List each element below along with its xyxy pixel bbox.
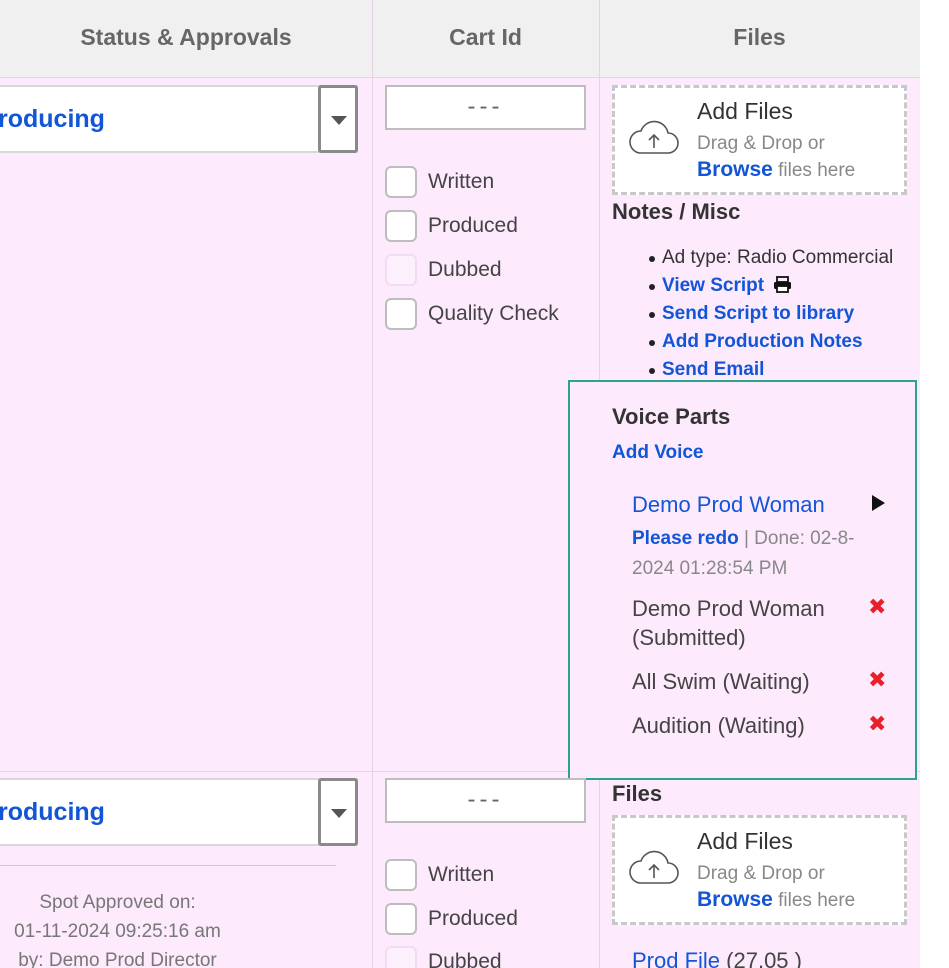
list-item: Add Production Notes [612,328,912,356]
printer-icon[interactable] [773,276,792,293]
chevron-down-icon[interactable] [318,778,358,846]
notes-title: Notes / Misc [612,199,741,224]
prod-file-link[interactable]: Prod File [632,948,720,968]
dropzone-hint-rest: files here [772,160,856,181]
list-item: Send Script to library [612,300,912,328]
status-select[interactable]: roducing [0,85,358,153]
file-dropzone[interactable]: Add Files Drag & Drop or Browse files he… [612,85,907,195]
checkbox-label: Dubbed [428,950,502,968]
checkbox-box[interactable] [385,298,417,330]
checkbox-box[interactable] [385,859,417,891]
send-email-link[interactable]: Send Email [662,359,764,380]
browse-link[interactable]: Browse [697,888,773,911]
checkbox-label: Written [428,170,495,193]
list-item: Ad type: Radio Commercial [612,244,912,272]
approved-by: by: Demo Prod Director [18,950,217,968]
checkbox-box[interactable] [385,166,417,198]
checkbox-box[interactable] [385,254,417,286]
voice-status: Please redo | Done: 02-8-2024 01:28:54 P… [632,524,872,584]
checkbox-label: Produced [428,907,518,930]
voice-item-state: (Submitted) [632,625,746,650]
status-select[interactable]: roducing [0,778,358,846]
dropzone-hint-rest: files here [772,890,856,911]
browse-link[interactable]: Browse [697,158,773,181]
checkbox-label: Produced [428,214,518,237]
header-status-approvals: Status & Approvals [80,24,292,50]
checkbox-label: Quality Check [428,302,559,325]
please-redo-link[interactable]: Please redo [632,528,739,549]
dropzone-title: Add Files [697,98,793,124]
voice-name-link[interactable]: Demo Prod Woman [632,492,825,518]
page: Status & Approvals Cart Id Files roducin… [0,0,949,968]
send-script-link[interactable]: Send Script to library [662,303,854,324]
checkbox-label: Written [428,863,495,886]
right-gutter [920,0,949,968]
checkbox-box[interactable] [385,946,417,968]
file-dropzone[interactable]: Add Files Drag & Drop or Browse files he… [612,815,907,925]
voice-item: Demo Prod Woman (Submitted) [632,594,825,652]
checkbox-box[interactable] [385,210,417,242]
cloud-upload-icon [629,120,679,154]
checkbox-label: Dubbed [428,258,502,281]
voice-item: All Swim (Waiting) [632,667,810,696]
view-script-link[interactable]: View Script [662,275,764,296]
voice-parts-panel: Voice Parts Add Voice Demo Prod Woman Pl… [568,380,917,780]
checkbox-box[interactable] [385,903,417,935]
play-icon[interactable] [872,495,885,511]
delete-icon[interactable]: ✖ [868,594,886,620]
voice-item: Audition (Waiting) [632,711,805,740]
column-divider [372,0,373,968]
prod-file-size: (27.05 ) [720,948,802,968]
prod-file-item: Prod File (27.05 ) [632,948,802,968]
header-cart-id: Cart Id [449,24,522,50]
cart-id-field[interactable]: --- [385,85,586,130]
voice-parts-title: Voice Parts [612,404,731,429]
voice-item-name: Audition (Waiting) [632,713,805,738]
cloud-upload-icon [629,850,679,884]
delete-icon[interactable]: ✖ [868,711,886,737]
header-files: Files [733,24,786,50]
dropzone-title: Add Files [697,828,793,854]
dropzone-hint: Drag & Drop or [697,133,825,154]
dropzone-hint: Drag & Drop or [697,863,825,884]
approved-label: Spot Approved on: [39,892,196,913]
ad-type-text: Ad type: Radio Commercial [662,247,894,268]
status-select-value: roducing [0,798,105,826]
approval-info: Spot Approved on: 01-11-2024 09:25:16 am… [0,888,235,968]
voice-item-name: All Swim (Waiting) [632,669,810,694]
dropzone-hint-2: Browse files here [697,158,855,182]
delete-icon[interactable]: ✖ [868,667,886,693]
list-item: View Script [612,272,912,300]
cart-id-field[interactable]: --- [385,778,586,823]
files-title: Files [612,781,663,806]
divider [0,865,336,866]
add-production-notes-link[interactable]: Add Production Notes [662,331,863,352]
status-select-value: roducing [0,105,105,133]
approved-date: 01-11-2024 09:25:16 am [14,921,221,942]
dropzone-hint-2: Browse files here [697,888,855,912]
notes-list: Ad type: Radio Commercial View Script Se… [612,244,912,384]
voice-item-name: Demo Prod Woman [632,596,825,621]
chevron-down-icon[interactable] [318,85,358,153]
add-voice-link[interactable]: Add Voice [612,442,704,464]
table-header: Status & Approvals Cart Id Files [0,0,949,78]
